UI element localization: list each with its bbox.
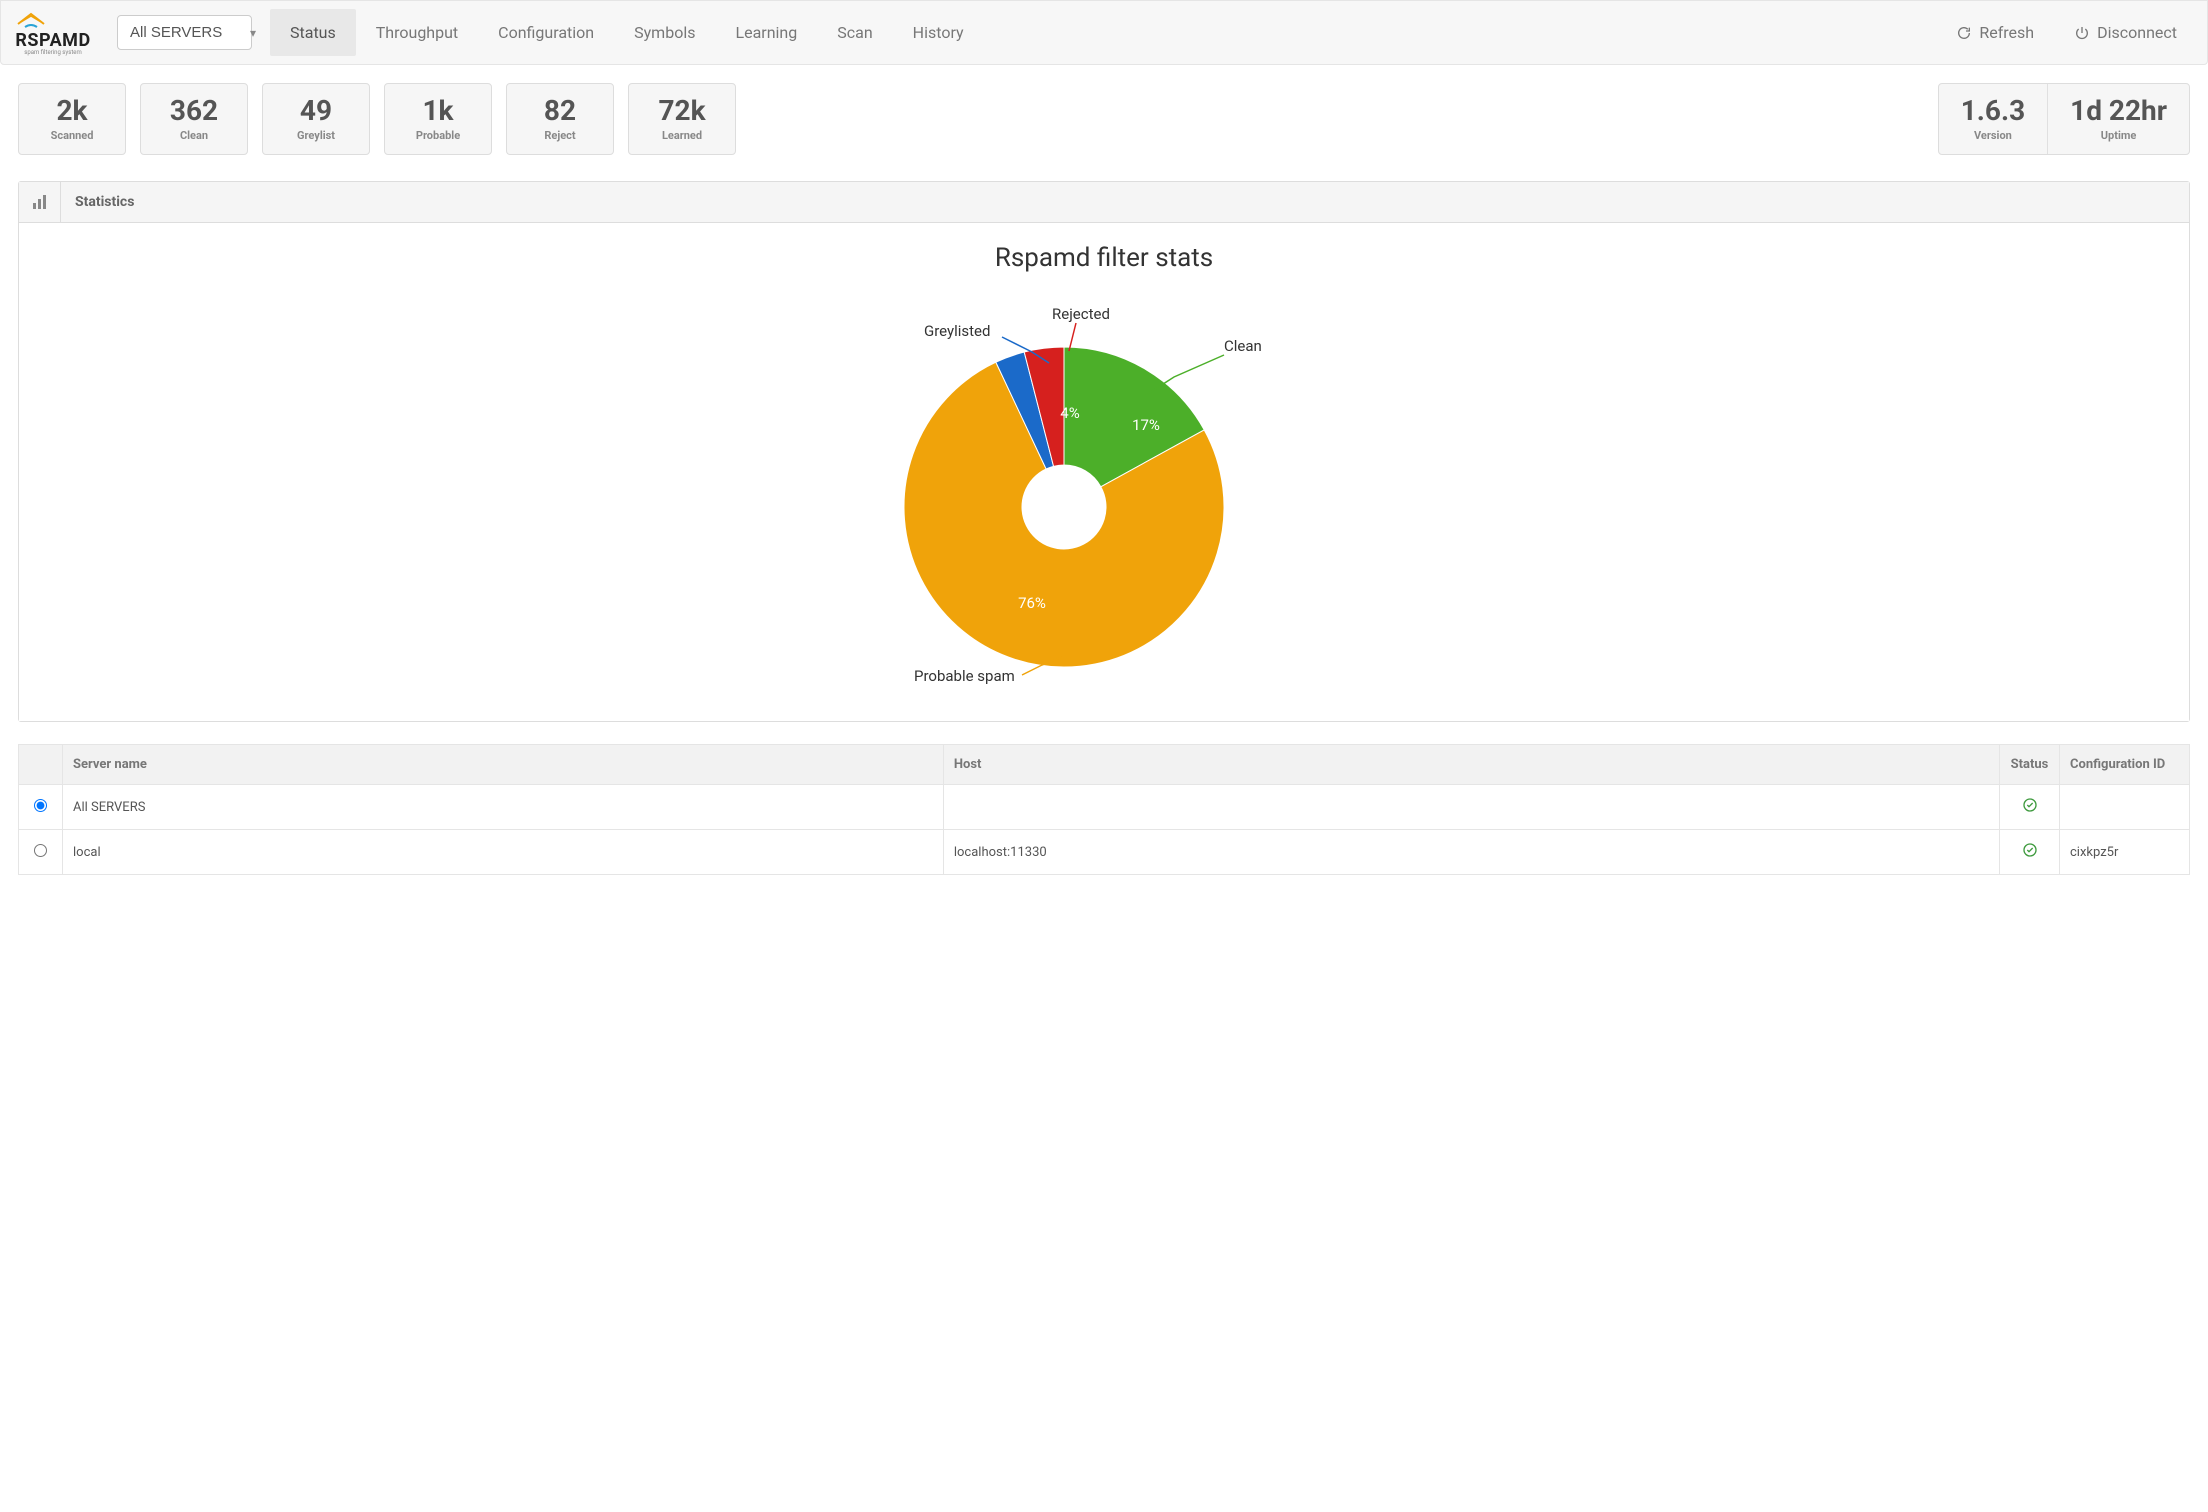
stat-reject: 82 Reject bbox=[506, 83, 614, 155]
nav-tab-learning[interactable]: Learning bbox=[715, 9, 817, 56]
version-value: 1.6.3 bbox=[1961, 94, 2025, 127]
chart-legend-greylisted: Greylisted bbox=[924, 322, 990, 340]
nav-tab-configuration[interactable]: Configuration bbox=[478, 9, 614, 56]
stat-label: Probable bbox=[385, 129, 491, 142]
meta-stat-group: 1.6.3 Version 1d 22hr Uptime bbox=[1938, 83, 2190, 155]
logo: RSPAMD spam filtering system bbox=[13, 10, 93, 56]
stat-value: 72k bbox=[629, 94, 735, 127]
col-host: Host bbox=[943, 745, 1999, 785]
nav-tab-symbols[interactable]: Symbols bbox=[614, 9, 715, 56]
logo-icon bbox=[13, 10, 93, 30]
version-label: Version bbox=[1961, 129, 2025, 142]
uptime-stat: 1d 22hr Uptime bbox=[2047, 84, 2189, 154]
col-config: Configuration ID bbox=[2060, 745, 2190, 785]
stat-label: Learned bbox=[629, 129, 735, 142]
col-select bbox=[19, 745, 63, 785]
chart-legend-rejected: Rejected bbox=[1052, 305, 1110, 323]
stat-label: Scanned bbox=[19, 129, 125, 142]
refresh-icon bbox=[1956, 25, 1972, 41]
navbar: RSPAMD spam filtering system All SERVERS… bbox=[0, 0, 2208, 65]
stat-label: Clean bbox=[141, 129, 247, 142]
server-radio[interactable] bbox=[34, 799, 47, 812]
disconnect-button[interactable]: Disconnect bbox=[2056, 9, 2195, 56]
server-select[interactable]: All SERVERS bbox=[117, 15, 252, 50]
server-host-cell bbox=[943, 785, 1999, 830]
servers-table: Server name Host Status Configuration ID… bbox=[18, 744, 2190, 875]
refresh-button[interactable]: Refresh bbox=[1938, 9, 2052, 56]
col-status: Status bbox=[2000, 745, 2060, 785]
stat-scanned: 2k Scanned bbox=[18, 83, 126, 155]
chart-legend-clean: Clean bbox=[1224, 337, 1262, 355]
stat-clean: 362 Clean bbox=[140, 83, 248, 155]
chart-legend-probable-spam: Probable spam bbox=[914, 667, 1015, 685]
stat-label: Greylist bbox=[263, 129, 369, 142]
slice-percent-clean: 17% bbox=[1132, 416, 1160, 434]
slice-percent-probable-spam: 76% bbox=[1018, 594, 1046, 612]
uptime-value: 1d 22hr bbox=[2070, 94, 2167, 127]
power-icon bbox=[2074, 25, 2090, 41]
nav-tab-status[interactable]: Status bbox=[270, 9, 356, 56]
server-config-cell bbox=[2060, 785, 2190, 830]
stat-value: 362 bbox=[141, 94, 247, 127]
table-row: locallocalhost:11330 cixkpz5r bbox=[19, 830, 2190, 875]
pie-chart: Clean Probable spam Greylisted Rejected 17% 7… bbox=[824, 277, 1384, 697]
uptime-label: Uptime bbox=[2070, 129, 2167, 142]
logo-text: RSPAMD bbox=[15, 30, 90, 51]
chart-title: Rspamd filter stats bbox=[39, 243, 2169, 273]
col-server-name: Server name bbox=[63, 745, 944, 785]
version-stat: 1.6.3 Version bbox=[1939, 84, 2047, 154]
stat-value: 82 bbox=[507, 94, 613, 127]
nav-tab-throughput[interactable]: Throughput bbox=[356, 9, 478, 56]
check-circle-icon bbox=[2022, 847, 2038, 862]
check-circle-icon bbox=[2022, 802, 2038, 817]
panel-title: Statistics bbox=[61, 182, 2189, 223]
table-row: All SERVERS bbox=[19, 785, 2190, 830]
refresh-label: Refresh bbox=[1979, 23, 2034, 42]
statistics-panel: Statistics Rspamd filter stats Clean Prob… bbox=[18, 181, 2190, 722]
stat-label: Reject bbox=[507, 129, 613, 142]
disconnect-label: Disconnect bbox=[2097, 23, 2177, 42]
stat-greylist: 49 Greylist bbox=[262, 83, 370, 155]
panel-header: Statistics bbox=[19, 182, 2189, 223]
stat-value: 1k bbox=[385, 94, 491, 127]
stat-probable: 1k Probable bbox=[384, 83, 492, 155]
stat-learned: 72k Learned bbox=[628, 83, 736, 155]
stat-value: 2k bbox=[19, 94, 125, 127]
server-name-cell: All SERVERS bbox=[63, 785, 944, 830]
stat-row: 2k Scanned 362 Clean 49 Greylist 1k Probable 82 R… bbox=[18, 83, 2190, 155]
bars-icon bbox=[19, 182, 61, 223]
server-radio[interactable] bbox=[34, 844, 47, 857]
nav-tab-history[interactable]: History bbox=[893, 9, 984, 56]
server-config-cell: cixkpz5r bbox=[2060, 830, 2190, 875]
slice-percent-rejected: 4% bbox=[1060, 404, 1079, 422]
logo-tagline: spam filtering system bbox=[24, 49, 82, 56]
server-name-cell: local bbox=[63, 830, 944, 875]
server-host-cell: localhost:11330 bbox=[943, 830, 1999, 875]
stat-value: 49 bbox=[263, 94, 369, 127]
nav-tab-scan[interactable]: Scan bbox=[817, 9, 892, 56]
